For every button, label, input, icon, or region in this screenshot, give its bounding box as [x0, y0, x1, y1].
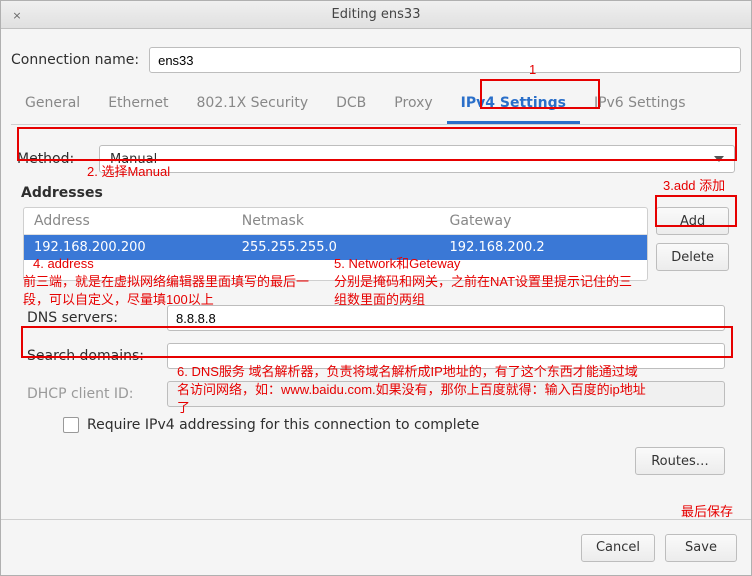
table-empty-space — [24, 260, 647, 280]
cell-gateway[interactable]: 192.168.200.2 — [440, 235, 648, 260]
content-area: Connection name: General Ethernet 802.1X… — [1, 29, 751, 485]
tab-proxy[interactable]: Proxy — [380, 87, 446, 124]
chevron-down-icon — [714, 156, 724, 162]
tab-ipv6-settings[interactable]: IPv6 Settings — [580, 87, 700, 124]
method-row: Method: Manual — [17, 145, 735, 173]
ipv4-section: Method: Manual Addresses Address Netmask… — [7, 125, 745, 479]
addresses-heading: Addresses — [21, 185, 735, 201]
require-ipv4-row[interactable]: Require IPv4 addressing for this connect… — [63, 417, 725, 433]
method-value: Manual — [110, 152, 157, 167]
lower-form: DNS servers: Search domains: DHCP client… — [27, 305, 725, 407]
dns-input[interactable] — [167, 305, 725, 331]
dhcp-client-id-label: DHCP client ID: — [27, 386, 167, 402]
tab-bar: General Ethernet 802.1X Security DCB Pro… — [11, 87, 741, 125]
col-gateway[interactable]: Gateway — [440, 208, 648, 234]
titlebar: × Editing ens33 — [1, 1, 751, 29]
addresses-table: Address Netmask Gateway 192.168.200.200 … — [23, 207, 648, 281]
tab-8021x-security[interactable]: 802.1X Security — [183, 87, 323, 124]
col-netmask[interactable]: Netmask — [232, 208, 440, 234]
cancel-button[interactable]: Cancel — [581, 534, 655, 562]
tab-general[interactable]: General — [11, 87, 94, 124]
require-ipv4-checkbox[interactable] — [63, 417, 79, 433]
tab-ipv4-settings[interactable]: IPv4 Settings — [447, 87, 580, 124]
delete-button[interactable]: Delete — [656, 243, 729, 271]
method-select-wrap: Manual — [99, 145, 735, 173]
method-label: Method: — [17, 151, 89, 167]
cell-netmask[interactable]: 255.255.255.0 — [232, 235, 440, 260]
addresses-area: Address Netmask Gateway 192.168.200.200 … — [17, 207, 735, 281]
dns-label: DNS servers: — [27, 310, 167, 326]
connection-name-row: Connection name: — [11, 47, 741, 73]
footer: Cancel Save — [1, 519, 751, 575]
tab-dcb[interactable]: DCB — [322, 87, 380, 124]
search-domains-label: Search domains: — [27, 348, 167, 364]
require-ipv4-label: Require IPv4 addressing for this connect… — [87, 417, 479, 433]
addresses-buttons: Add Delete — [656, 207, 729, 281]
addresses-header-row: Address Netmask Gateway — [24, 208, 647, 235]
close-icon[interactable]: × — [9, 7, 25, 23]
routes-row: Routes… — [17, 447, 725, 475]
routes-button[interactable]: Routes… — [635, 447, 725, 475]
connection-name-label: Connection name: — [11, 52, 139, 68]
editor-window: × Editing ens33 Connection name: General… — [0, 0, 752, 576]
add-button[interactable]: Add — [656, 207, 729, 235]
col-address[interactable]: Address — [24, 208, 232, 234]
window-title: Editing ens33 — [332, 7, 421, 22]
search-domains-input[interactable] — [167, 343, 725, 369]
dhcp-client-id-input — [167, 381, 725, 407]
save-button[interactable]: Save — [665, 534, 737, 562]
method-select[interactable]: Manual — [99, 145, 735, 173]
connection-name-input[interactable] — [149, 47, 741, 73]
cell-address[interactable]: 192.168.200.200 — [24, 235, 232, 260]
table-row[interactable]: 192.168.200.200 255.255.255.0 192.168.20… — [24, 235, 647, 260]
tab-ethernet[interactable]: Ethernet — [94, 87, 182, 124]
